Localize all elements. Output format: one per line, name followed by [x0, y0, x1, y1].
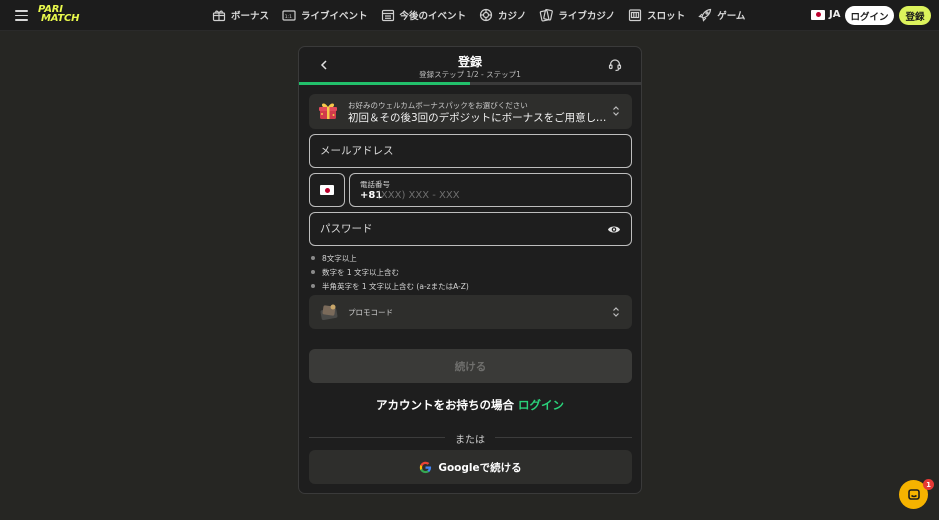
eye-icon[interactable] [607, 224, 621, 235]
nav-item-games[interactable]: ゲーム [698, 7, 745, 23]
parimatch-logo[interactable]: PARI MATCH [38, 5, 96, 25]
bullet [311, 256, 315, 260]
registration-modal: 登録 登録ステップ 1/2 - ステップ1 お好みのウェルカムボーナスパックをお… [298, 46, 642, 494]
email-field[interactable] [309, 134, 632, 168]
gift-icon [212, 10, 226, 22]
svg-text:1:1: 1:1 [285, 14, 292, 20]
logo-text-bottom: MATCH [41, 13, 80, 24]
nav-label: ライブイベント [301, 11, 368, 22]
notification-badge: 1 [923, 479, 934, 490]
chat-bubble-icon [907, 488, 920, 500]
or-divider-text: または [455, 435, 485, 446]
continue-button[interactable]: 続ける [309, 349, 632, 383]
google-logo-icon [420, 461, 432, 473]
rocket-icon [698, 8, 712, 22]
rule-text: 半角英字を 1 文字以上含む (a-zまたはA-Z) [322, 281, 469, 291]
nav-label: 今後のイベント [399, 11, 467, 22]
nav-label: ゲーム [717, 11, 746, 22]
phone-mask-placeholder: (XXX) XXX - XXX [377, 190, 460, 201]
support-headset-icon[interactable] [608, 58, 622, 72]
login-button[interactable]: ログイン [845, 6, 894, 25]
divider-right [495, 437, 632, 438]
email-input[interactable] [310, 135, 631, 167]
language-code: JA [829, 9, 841, 20]
modal-step-subtitle: 登録ステップ 1/2 - ステップ1 [419, 70, 521, 79]
phone-field[interactable]: 電話番号 +81 (XXX) XXX - XXX [349, 173, 632, 207]
japan-flag-icon [320, 185, 334, 195]
password-rule: 半角英字を 1 文字以上含む (a-zまたはA-Z) [311, 279, 469, 293]
bullet [311, 284, 315, 288]
nav-label: ボーナス [231, 11, 270, 22]
nav-item-live-casino[interactable]: ライブカジノ [539, 7, 615, 23]
rule-text: 数字を 1 文字以上含む [322, 267, 400, 277]
password-input[interactable] [310, 213, 631, 245]
country-code-select[interactable] [309, 173, 345, 207]
casino-chip-icon [479, 8, 493, 22]
promo-ticket-icon [320, 304, 338, 320]
promo-code-toggle[interactable]: プロモコード [309, 295, 632, 329]
bullet [311, 270, 315, 274]
have-account-text: アカウントをお持ちの場合 [375, 398, 514, 412]
nav-label: スロット [647, 11, 686, 22]
main-nav: ボーナス 1:1 ライブイベント 今後のイベント カジノ ライブカジノ スロット… [212, 7, 758, 23]
phone-label: 電話番号 [360, 180, 390, 189]
nav-item-upcoming-events[interactable]: 今後のイベント [381, 7, 467, 23]
promo-code-label: プロモコード [348, 308, 393, 317]
password-rule: 8文字以上 [311, 251, 469, 265]
nav-item-slots[interactable]: スロット [628, 7, 685, 23]
register-button[interactable]: 登録 [899, 6, 931, 25]
japan-flag-icon [811, 9, 825, 20]
bonus-pack-select[interactable]: お好みのウェルカムボーナスパックをお選びください 初回＆その後3回のデポジットに… [309, 94, 632, 129]
chevron-up-down-icon [613, 307, 619, 317]
nav-item-casino[interactable]: カジノ [479, 7, 526, 23]
slot-icon [629, 9, 642, 22]
password-rules: 8文字以上 数字を 1 文字以上含む 半角英字を 1 文字以上含む (a-zまた… [311, 251, 469, 293]
cards-icon [540, 8, 554, 22]
password-rule: 数字を 1 文字以上含む [311, 265, 469, 279]
language-selector[interactable]: JA [811, 9, 840, 20]
progress-bar [299, 82, 641, 85]
google-button-label: Googleで続ける [438, 461, 522, 474]
live-tv-icon: 1:1 [282, 10, 296, 21]
top-navigation-bar: PARI MATCH ボーナス 1:1 ライブイベント 今後のイベント カジノ … [0, 0, 939, 31]
have-account-prompt: アカウントをお持ちの場合 ログイン [299, 397, 641, 413]
rule-text: 8文字以上 [322, 253, 357, 263]
bonus-select-value: 初回＆その後3回のデポジットにボーナスをご用意しています [348, 112, 610, 124]
bonus-gift-icon [319, 103, 337, 119]
nav-label: ライブカジノ [558, 11, 616, 22]
nav-item-bonus[interactable]: ボーナス [212, 7, 269, 23]
password-field[interactable] [309, 212, 632, 246]
nav-label: カジノ [498, 11, 527, 22]
menu-icon[interactable] [15, 10, 28, 21]
nav-item-live-events[interactable]: 1:1 ライブイベント [282, 7, 368, 23]
progress-bar-fill [299, 82, 470, 85]
calendar-icon [381, 9, 394, 22]
google-signin-button[interactable]: Googleで続ける [309, 450, 632, 484]
chevron-up-down-icon [613, 106, 619, 116]
login-link[interactable]: ログイン [518, 398, 564, 412]
modal-title: 登録 [457, 55, 482, 69]
